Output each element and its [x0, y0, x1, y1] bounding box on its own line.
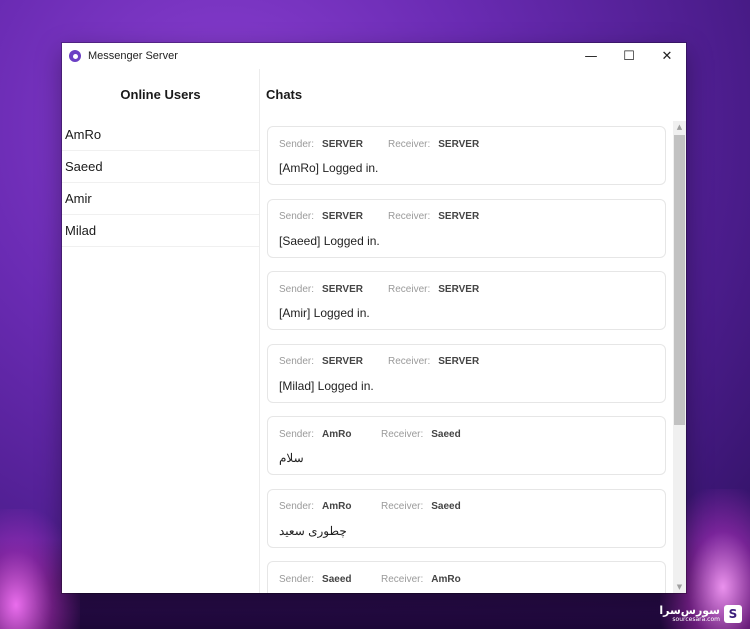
- chats-pane: Chats Sender: SERVER Receiver: SERVER [A…: [260, 69, 686, 593]
- chat-message: چطوری سعید: [279, 523, 347, 538]
- chat-message: [Milad] Logged in.: [279, 378, 374, 393]
- chat-message: [Saeed] Logged in.: [279, 233, 380, 248]
- receiver-label: Receiver:: [388, 356, 431, 367]
- sender-value: SERVER: [322, 283, 363, 295]
- receiver-label: Receiver:: [381, 573, 424, 585]
- sender-value: AmRo: [322, 428, 352, 440]
- chat-meta: Sender: SERVER Receiver: SERVER: [279, 200, 654, 234]
- sender-value: AmRo: [322, 501, 352, 512]
- receiver-value: SERVER: [438, 356, 480, 367]
- receiver-value: Saeed: [431, 428, 461, 440]
- chat-meta: Sender: AmRo Receiver: Saeed: [279, 417, 654, 451]
- receiver-label: Receiver:: [388, 138, 431, 150]
- chats-header: Chats: [266, 86, 303, 102]
- chat-list[interactable]: Sender: SERVER Receiver: SERVER [AmRo] L…: [267, 126, 666, 593]
- chat-card[interactable]: Sender: SERVER Receiver: SERVER [Saeed] …: [267, 198, 666, 258]
- window-title: Messenger Server: [88, 50, 178, 62]
- user-item[interactable]: Milad: [62, 215, 259, 247]
- sender-label: Sender:: [279, 211, 315, 222]
- watermark-site: sourcesara.com: [672, 616, 720, 623]
- receiver-label: Receiver:: [381, 501, 424, 512]
- sender-value: SERVER: [322, 356, 363, 367]
- sender-label: Sender:: [279, 138, 315, 150]
- sender-label: Sender:: [279, 573, 315, 585]
- sender-group: Sender: Saeed: [279, 574, 381, 585]
- receiver-label: Receiver:: [388, 211, 431, 222]
- chat-card[interactable]: Sender: SERVER Receiver: SERVER [Amir] L…: [267, 271, 666, 330]
- receiver-label: Receiver:: [388, 283, 431, 295]
- receiver-group: Receiver: SERVER: [388, 139, 479, 150]
- app-window: Messenger Server — ☐ ✕ Online Users AmRo…: [62, 43, 686, 593]
- sender-group: Sender: AmRo: [279, 429, 381, 440]
- receiver-group: Receiver: Saeed: [381, 501, 461, 512]
- sender-group: Sender: SERVER: [279, 139, 388, 150]
- chat-message: [Amir] Logged in.: [279, 306, 370, 320]
- receiver-value: Saeed: [431, 501, 461, 512]
- chat-card[interactable]: Sender: SERVER Receiver: SERVER [Milad] …: [267, 343, 666, 403]
- watermark-brand: سورس‌سرا: [659, 604, 720, 617]
- sender-label: Sender:: [279, 283, 315, 295]
- app-icon: [69, 50, 81, 62]
- online-users-header: Online Users: [120, 86, 201, 102]
- sender-group: Sender: SERVER: [279, 356, 388, 367]
- chat-meta: Sender: SERVER Receiver: SERVER: [279, 127, 654, 161]
- receiver-value: SERVER: [438, 138, 480, 150]
- receiver-value: SERVER: [438, 283, 480, 295]
- chat-scrollbar[interactable]: ▲ ▼: [673, 121, 686, 593]
- receiver-group: Receiver: SERVER: [388, 284, 479, 295]
- sender-value: SERVER: [322, 211, 363, 222]
- chat-message: [AmRo] Logged in.: [279, 161, 379, 175]
- close-button[interactable]: ✕: [648, 43, 686, 69]
- receiver-value: SERVER: [438, 211, 480, 222]
- online-users-pane: Online Users AmRo Saeed Amir Milad: [62, 69, 260, 593]
- sender-label: Sender:: [279, 501, 315, 512]
- chat-card[interactable]: Sender: Saeed Receiver: AmRo: [267, 561, 666, 593]
- user-item[interactable]: AmRo: [62, 119, 259, 151]
- receiver-group: Receiver: SERVER: [388, 211, 479, 222]
- sender-value: SERVER: [322, 138, 363, 150]
- watermark-logo-icon: S: [724, 605, 742, 623]
- scroll-up-arrow-icon[interactable]: ▲: [673, 121, 686, 133]
- scroll-down-arrow-icon[interactable]: ▼: [673, 581, 686, 593]
- chat-card[interactable]: Sender: SERVER Receiver: SERVER [AmRo] L…: [267, 126, 666, 185]
- sender-group: Sender: AmRo: [279, 501, 381, 512]
- chat-message: سلام: [279, 451, 304, 465]
- receiver-group: Receiver: Saeed: [381, 429, 461, 440]
- receiver-value: AmRo: [431, 573, 461, 585]
- sender-label: Sender:: [279, 428, 315, 440]
- sender-group: Sender: SERVER: [279, 284, 388, 295]
- sender-group: Sender: SERVER: [279, 211, 388, 222]
- maximize-button[interactable]: ☐: [610, 43, 648, 69]
- chat-card[interactable]: Sender: AmRo Receiver: Saeed چطوری سعید: [267, 488, 666, 548]
- main-content: Online Users AmRo Saeed Amir Milad Chats…: [62, 69, 686, 593]
- user-item[interactable]: Amir: [62, 183, 259, 215]
- sender-label: Sender:: [279, 356, 315, 367]
- chat-meta: Sender: AmRo Receiver: Saeed: [279, 490, 654, 524]
- scroll-thumb[interactable]: [674, 135, 685, 425]
- chat-meta: Sender: SERVER Receiver: SERVER: [279, 345, 654, 379]
- receiver-label: Receiver:: [381, 428, 424, 440]
- chat-meta: Sender: SERVER Receiver: SERVER: [279, 272, 654, 306]
- chat-meta: Sender: Saeed Receiver: AmRo: [279, 562, 654, 593]
- chat-card[interactable]: Sender: AmRo Receiver: Saeed سلام: [267, 416, 666, 475]
- minimize-button[interactable]: —: [572, 43, 610, 69]
- receiver-group: Receiver: AmRo: [381, 574, 461, 585]
- sender-value: Saeed: [322, 573, 352, 585]
- title-bar[interactable]: Messenger Server — ☐ ✕: [62, 43, 686, 69]
- watermark: سورس‌سرا sourcesara.com S: [659, 605, 742, 623]
- receiver-group: Receiver: SERVER: [388, 356, 479, 367]
- window-controls: — ☐ ✕: [572, 43, 686, 69]
- user-item[interactable]: Saeed: [62, 151, 259, 183]
